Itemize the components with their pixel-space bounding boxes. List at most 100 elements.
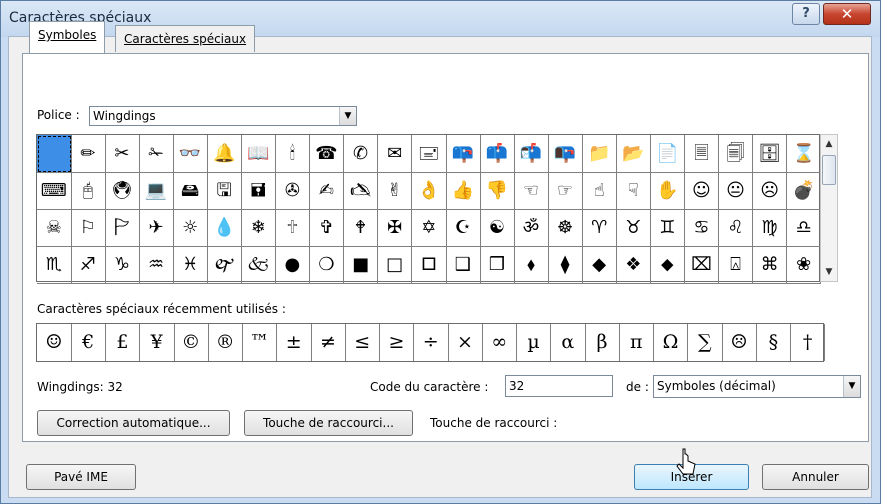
symbol-cell[interactable]: ◆ bbox=[582, 246, 617, 284]
symbol-cell[interactable]: ✁ bbox=[139, 135, 174, 173]
symbol-cell[interactable]: 🖬 bbox=[241, 172, 277, 210]
recent-symbol-cell[interactable]: ∞ bbox=[482, 324, 518, 361]
symbol-cell[interactable]: 🖲 bbox=[105, 172, 140, 210]
symbol-cell[interactable]: ⍓ bbox=[718, 246, 754, 284]
symbol-cell[interactable]: ☺ bbox=[684, 172, 720, 210]
symbol-cell[interactable]: ☸ bbox=[548, 209, 583, 247]
symbol-cell[interactable]: 🗏 bbox=[684, 135, 720, 173]
symbol-cell[interactable]: 🖰 bbox=[71, 172, 106, 210]
symbol-cell[interactable]: 💣 bbox=[786, 172, 822, 210]
symbol-cell[interactable]: ✞ bbox=[309, 209, 345, 247]
symbol-cell[interactable]: 👎 bbox=[480, 172, 515, 210]
symbol-cell[interactable]: ☼ bbox=[173, 209, 208, 247]
cancel-button[interactable]: Annuler bbox=[762, 464, 869, 490]
symbol-cell[interactable]: ♌ bbox=[718, 209, 754, 247]
recent-symbol-cell[interactable]: α bbox=[551, 324, 586, 361]
symbol-cell[interactable]: 📭 bbox=[548, 135, 583, 173]
recent-symbol-cell[interactable]: ¥ bbox=[140, 324, 175, 361]
recent-symbol-cell[interactable]: ™ bbox=[243, 324, 278, 361]
recent-symbol-cell[interactable]: ≤ bbox=[345, 324, 381, 361]
symbol-cell[interactable]: 🙵 bbox=[241, 246, 277, 284]
tab-caracteres-speciaux[interactable]: Caractères spéciaux bbox=[115, 25, 256, 52]
symbol-cell[interactable]: ✋ bbox=[650, 172, 686, 210]
scroll-down-icon[interactable]: ▼ bbox=[821, 264, 837, 280]
recent-symbol-cell[interactable]: ± bbox=[277, 324, 312, 361]
symbol-cell[interactable]: ♍ bbox=[752, 209, 788, 247]
symbol-cell[interactable]: □ bbox=[377, 246, 413, 284]
vertical-scrollbar[interactable]: ▲ ▼ bbox=[820, 134, 838, 282]
symbol-cell[interactable]: 📫 bbox=[480, 135, 515, 173]
symbol-cell[interactable]: ☎ bbox=[309, 135, 345, 173]
symbol-cell[interactable]: 📬 bbox=[514, 135, 549, 173]
symbol-cell[interactable]: ✏ bbox=[71, 135, 106, 173]
recent-symbol-cell[interactable]: ® bbox=[208, 324, 244, 361]
symbol-cell[interactable]: ☯ bbox=[480, 209, 515, 247]
recent-symbol-cell[interactable]: × bbox=[448, 324, 483, 361]
symbol-cell[interactable]: 🕆 bbox=[275, 209, 311, 247]
symbol-cell[interactable]: ■ bbox=[343, 246, 379, 284]
symbol-cell[interactable]: 💧 bbox=[207, 209, 242, 247]
symbol-cell[interactable]: ✍ bbox=[309, 172, 345, 210]
symbol-cell[interactable]: ⌛ bbox=[786, 135, 822, 173]
shortcut-key-button[interactable]: Touche de raccourci... bbox=[244, 410, 413, 436]
symbol-cell[interactable]: ♑ bbox=[105, 246, 140, 284]
recent-symbol-cell[interactable]: † bbox=[791, 324, 826, 361]
symbol-cell[interactable]: ✠ bbox=[377, 209, 413, 247]
autocorrect-button[interactable]: Correction automatique... bbox=[37, 410, 230, 436]
recent-symbol-cell[interactable]: Ω bbox=[654, 324, 689, 361]
symbol-cell[interactable]: ❑ bbox=[446, 246, 481, 284]
symbol-cell[interactable]: ☟ bbox=[616, 172, 652, 210]
symbol-cell[interactable]: ✡ bbox=[411, 209, 447, 247]
recent-symbol-cell[interactable]: § bbox=[756, 324, 792, 361]
symbol-cell[interactable]: 🙰 bbox=[207, 246, 242, 284]
symbol-cell[interactable]: ⚐ bbox=[71, 209, 106, 247]
symbol-cell[interactable]: ⬧ bbox=[514, 246, 549, 284]
symbol-cell[interactable]: ❒ bbox=[480, 246, 515, 284]
char-code-input[interactable]: 32 bbox=[505, 375, 613, 397]
recent-symbol-cell[interactable]: € bbox=[71, 324, 106, 361]
symbol-cell[interactable]: ♓ bbox=[173, 246, 208, 284]
symbol-cell[interactable]: ❖ bbox=[616, 246, 652, 284]
symbol-cell[interactable] bbox=[37, 135, 72, 173]
symbol-cell[interactable]: 🔔 bbox=[207, 135, 242, 173]
symbol-cell[interactable]: 🖎 bbox=[343, 172, 379, 210]
symbol-cell[interactable]: ⧫ bbox=[548, 246, 583, 284]
recent-symbol-cell[interactable]: ≠ bbox=[311, 324, 346, 361]
symbol-cell[interactable]: ☠ bbox=[37, 209, 72, 247]
close-button[interactable]: ✕ bbox=[823, 3, 871, 25]
recent-symbol-cell[interactable]: µ bbox=[517, 324, 552, 361]
symbol-cell[interactable]: 📂 bbox=[616, 135, 652, 173]
symbol-cell[interactable]: ● bbox=[275, 246, 311, 284]
symbol-cell[interactable]: ❀ bbox=[786, 246, 822, 284]
symbol-cell[interactable]: ❄ bbox=[241, 209, 277, 247]
symbol-cell[interactable]: 👌 bbox=[411, 172, 447, 210]
symbol-cell[interactable]: ♐ bbox=[71, 246, 106, 284]
scroll-up-icon[interactable]: ▲ bbox=[821, 136, 837, 152]
recent-symbol-cell[interactable]: ∑ bbox=[688, 324, 723, 361]
symbol-cell[interactable]: 🕈 bbox=[343, 209, 379, 247]
symbol-cell[interactable]: ♊ bbox=[650, 209, 686, 247]
recent-symbol-cell[interactable]: β bbox=[585, 324, 620, 361]
tab-symboles[interactable]: Symboles bbox=[29, 21, 106, 53]
symbol-cell[interactable]: 👍 bbox=[446, 172, 481, 210]
recent-symbol-cell[interactable]: ≥ bbox=[380, 324, 415, 361]
from-select[interactable]: Symboles (décimal) ▼ bbox=[653, 375, 861, 398]
symbol-cell[interactable]: ✂ bbox=[105, 135, 140, 173]
symbol-cell[interactable]: ✉ bbox=[377, 135, 413, 173]
symbol-cell[interactable]: 😐 bbox=[718, 172, 754, 210]
symbol-cell[interactable]: ⌘ bbox=[752, 246, 788, 284]
symbol-cell[interactable]: ♉ bbox=[616, 209, 652, 247]
recent-symbol-cell[interactable]: ÷ bbox=[414, 324, 449, 361]
symbol-cell[interactable]: ☪ bbox=[446, 209, 481, 247]
symbol-cell[interactable]: ☞ bbox=[548, 172, 583, 210]
symbol-cell[interactable]: 🗐 bbox=[718, 135, 754, 173]
recent-symbol-cell[interactable]: π bbox=[619, 324, 655, 361]
symbol-cell[interactable]: ✆ bbox=[343, 135, 379, 173]
symbol-cell[interactable]: ♎ bbox=[786, 209, 822, 247]
symbol-cell[interactable]: 🞐 bbox=[411, 246, 447, 284]
symbol-cell[interactable]: 🖫 bbox=[207, 172, 242, 210]
symbol-cell[interactable]: 📁 bbox=[582, 135, 617, 173]
symbol-cell[interactable]: 💻 bbox=[139, 172, 174, 210]
symbol-cell[interactable]: ♏ bbox=[37, 246, 72, 284]
font-select[interactable]: Wingdings ▼ bbox=[89, 106, 357, 126]
